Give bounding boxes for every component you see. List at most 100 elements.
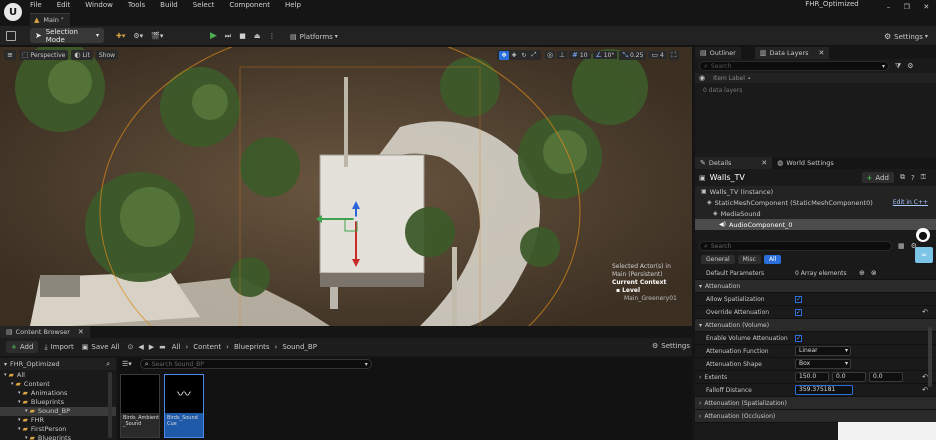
hamburger-menu-icon[interactable]: ≡ [4,50,16,60]
component-tree-item[interactable]: ◀) AudioComponent_0 [695,219,936,230]
save-icon[interactable] [6,31,16,41]
add-component-button[interactable]: + Add [861,172,894,183]
collapse-icon[interactable]: ▾ [4,361,7,368]
filter-tab-general[interactable]: General [701,255,735,264]
reset-icon[interactable]: ↶ [922,386,928,394]
menu-tools[interactable]: Tools [128,1,145,9]
chevron-down-icon[interactable]: ▾ [18,416,21,425]
close-tab-icon[interactable]: ✕ [78,328,84,336]
platforms-button[interactable]: ▤ Platforms ▾ [290,31,338,42]
close-tab-icon[interactable]: ✕ [819,49,825,57]
quick-add-icon[interactable]: ✚▾ [112,29,129,43]
filter-icon[interactable]: ☰▾ [122,360,132,368]
data-layers-tab[interactable]: ▥ Data Layers ✕ [754,47,830,59]
details-search-input[interactable]: ⌕ Search [699,241,892,251]
component-tree-item[interactable]: ◈ StaticMeshComponent (StaticMeshComponen… [695,197,936,208]
falloff-distance-field[interactable]: 359.375181 [795,385,853,395]
filter-tab-misc[interactable]: Misc [737,255,761,264]
scale-snap-button[interactable]: ⤡ 0.25 [619,50,647,60]
lit-button[interactable]: ◐ Lit [71,50,93,60]
enable-volume-attenuation-checkbox[interactable]: ✓ [795,334,802,342]
clear-elements-icon[interactable]: ⊗ [871,269,877,277]
chevron-down-icon[interactable]: ▾ [25,434,28,440]
folder-tree-item[interactable]: ▾ ▰ All [0,371,116,380]
extents-z-field[interactable]: 0.0 [869,372,903,382]
content-browser-tab[interactable]: ▤ Content Browser ✕ [0,326,90,338]
close-icon[interactable]: ✕ [923,3,929,11]
menu-build[interactable]: Build [160,1,178,9]
selection-mode-dropdown[interactable]: ➤ Selection Mode ▾ [30,28,104,44]
settings-small-icon[interactable]: ⚙ [907,62,913,70]
minimize-icon[interactable]: – [887,3,891,11]
eye-icon[interactable]: ◉ [699,74,705,82]
blueprints-icon[interactable]: ⚙▾ [129,29,147,43]
rotation-snap-button[interactable]: ∠ 10° [592,51,618,59]
import-button[interactable]: ⤓ Import [44,343,73,352]
asset-tile[interactable]: Birds_Ambient _Sound [120,374,160,438]
component-tree-item[interactable]: ◈ MediaSound [695,208,936,219]
menu-file[interactable]: File [30,1,42,9]
chevron-down-icon[interactable]: ▾ [25,407,28,416]
chevron-down-icon[interactable]: ▾ [18,398,21,407]
rotate-tool-icon[interactable]: ↻ [519,52,529,59]
attenuation-shape-select[interactable]: Box ▾ [795,359,851,369]
folder-tree-item[interactable]: ▾ ▰ FirstPerson [0,425,116,434]
breadcrumb-content[interactable]: Content [193,343,221,351]
eject-icon[interactable]: ⏏ [250,29,265,43]
forward-icon[interactable]: ▶ [149,343,154,351]
filter-tab-all[interactable]: All [763,255,782,264]
skip-icon[interactable]: ⏭ [221,29,235,43]
back-icon[interactable]: ◀ [138,343,143,351]
chevron-down-icon[interactable]: ▾ [18,389,21,398]
menu-edit[interactable]: Edit [57,1,71,9]
breadcrumb-sound-bp[interactable]: Sound_BP [282,343,317,351]
breadcrumb-blueprints[interactable]: Blueprints [234,343,270,351]
save-all-button[interactable]: ▣ Save All [82,343,120,351]
maximize-icon[interactable]: ❐ [904,3,910,11]
lock-icon[interactable]: ⚿ [921,173,926,182]
chevron-right-icon[interactable]: › [699,374,701,381]
folder-tree-item[interactable]: ▾ ▰ Animations [0,389,116,398]
folder-tree-item[interactable]: ▾ ▰ Blueprints [0,398,116,407]
blueprint-icon[interactable]: ⧉ [900,173,905,182]
grid-snap-button[interactable]: # 10 [569,51,591,59]
table-view-icon[interactable]: ▦ [898,242,905,250]
attenuation-function-select[interactable]: Linear ▾ [795,346,851,356]
play-icon[interactable]: ▶ [206,29,221,43]
allow-spatialization-checkbox[interactable]: ✓ [795,295,802,303]
world-settings-tab[interactable]: ◍ World Settings [772,157,838,169]
perspective-button[interactable]: ⬚ Perspective [19,50,69,60]
search-icon[interactable]: ⌕ [106,360,110,369]
attenuation-spatialization-section[interactable]: › Attenuation (Spatialization) [695,397,936,410]
extents-y-field[interactable]: 0.0 [832,372,866,382]
filter-icon[interactable]: ⧩ [895,62,901,71]
details-scrollbar[interactable] [928,327,932,387]
select-tool-icon[interactable]: ✥ [499,50,509,60]
notification-icon[interactable]: ≈ [915,247,933,263]
asset-search-input[interactable]: ⌕ Search Sound_BP ▾ [139,359,372,369]
attenuation-volume-section[interactable]: ▾ Attenuation (Volume) [695,319,936,332]
add-button[interactable]: + Add [6,341,39,353]
asset-tile[interactable]: 〰 Birds_Sound Cue [164,374,204,438]
folder-tree-item[interactable]: ▾ ▰ Blueprints [0,434,116,440]
content-settings-button[interactable]: ⚙ Settings [652,342,690,350]
more-options-icon[interactable]: ⋮ [264,29,279,43]
level-viewport[interactable]: ≡ ⬚ Perspective ◐ Lit Show ✥ ✚ ↻ ⤢ ◎ ⊥ #… [0,47,692,326]
override-attenuation-checkbox[interactable]: ✓ [795,308,802,316]
edit-in-cpp-link[interactable]: Edit in C++ [893,199,928,206]
component-tree-item[interactable]: ▣ Walls_TV (Instance) [695,186,936,197]
reset-icon[interactable]: ↶ [922,308,928,316]
close-tab-icon[interactable]: ✕ [761,159,767,167]
add-element-icon[interactable]: ⊕ [859,269,865,277]
menu-component[interactable]: Component [229,1,270,9]
menu-help[interactable]: Help [285,1,301,9]
scale-tool-icon[interactable]: ⤢ [529,51,539,59]
camera-speed-button[interactable]: ▭ 4 [648,51,667,59]
menu-window[interactable]: Window [85,1,113,9]
maximize-viewport-icon[interactable]: ⛶ [668,50,679,60]
folder-tree-item[interactable]: ▾ ▰ Content [0,380,116,389]
history-icon[interactable]: ⊙ [128,343,134,351]
settings-button[interactable]: ⚙ Settings ▾ [884,31,928,42]
breadcrumb-all[interactable]: All [172,343,181,351]
extents-x-field[interactable]: 150.0 [795,372,829,382]
